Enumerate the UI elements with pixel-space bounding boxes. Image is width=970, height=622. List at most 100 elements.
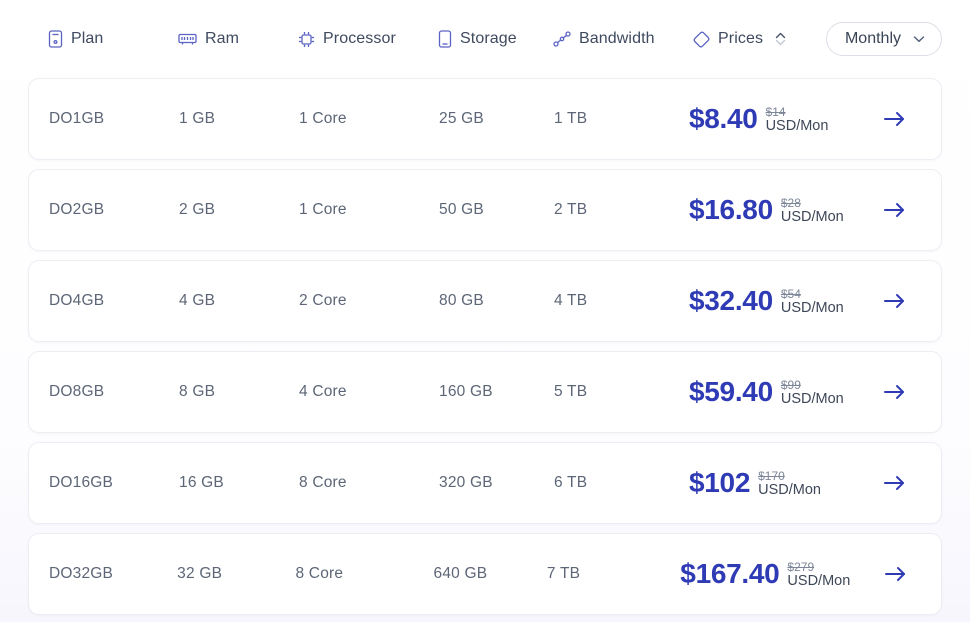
cell-bandwidth: 1 TB bbox=[554, 110, 669, 128]
cell-storage: 25 GB bbox=[439, 110, 554, 128]
column-header-ram: Ram bbox=[178, 30, 298, 48]
cell-processor: 2 Core bbox=[299, 292, 439, 310]
table-row[interactable]: DO1GB 1 GB 1 Core 25 GB 1 TB $8.40 $14 U… bbox=[28, 78, 942, 160]
row-action-button[interactable] bbox=[849, 201, 941, 219]
table-row[interactable]: DO32GB 32 GB 8 Core 640 GB 7 TB $167.40 … bbox=[28, 533, 942, 615]
cell-storage: 640 GB bbox=[434, 565, 547, 583]
cell-price: $8.40 $14 USD/Mon bbox=[669, 105, 849, 133]
row-action-button[interactable] bbox=[849, 474, 941, 492]
cell-bandwidth: 6 TB bbox=[554, 474, 669, 492]
price-current: $32.40 bbox=[689, 287, 773, 315]
cell-processor: 4 Core bbox=[299, 383, 439, 401]
column-header-prices[interactable]: Prices bbox=[693, 30, 813, 48]
row-action-button[interactable] bbox=[850, 565, 941, 583]
column-header-prices-label: Prices bbox=[718, 30, 763, 48]
cell-bandwidth: 4 TB bbox=[554, 292, 669, 310]
price-meta: $14 USD/Mon bbox=[766, 106, 829, 134]
row-action-button[interactable] bbox=[849, 110, 941, 128]
column-header-storage: Storage bbox=[438, 30, 553, 48]
column-header-processor-label: Processor bbox=[323, 30, 396, 48]
price-unit: USD/Mon bbox=[787, 573, 850, 589]
cell-ram: 16 GB bbox=[179, 474, 299, 492]
price-current: $167.40 bbox=[680, 560, 779, 588]
column-header-bandwidth-label: Bandwidth bbox=[579, 30, 655, 48]
cell-ram: 4 GB bbox=[179, 292, 299, 310]
memory-stick-icon bbox=[178, 32, 197, 46]
cell-storage: 50 GB bbox=[439, 201, 554, 219]
cell-plan: DO8GB bbox=[49, 383, 179, 401]
cell-processor: 8 Core bbox=[295, 565, 433, 583]
network-nodes-icon bbox=[553, 31, 571, 47]
period-select[interactable]: Monthly bbox=[826, 22, 942, 56]
cell-plan: DO4GB bbox=[49, 292, 179, 310]
price-meta: $99 USD/Mon bbox=[781, 379, 844, 407]
table-row[interactable]: DO8GB 8 GB 4 Core 160 GB 5 TB $59.40 $99… bbox=[28, 351, 942, 433]
pricing-table: Plan Ram bbox=[0, 0, 970, 622]
price-original: $170 bbox=[758, 470, 785, 482]
period-select-container: Monthly bbox=[813, 22, 942, 56]
price-original: $28 bbox=[781, 197, 801, 209]
arrow-right-icon bbox=[883, 474, 907, 492]
arrow-right-icon bbox=[883, 383, 907, 401]
cell-plan: DO32GB bbox=[49, 565, 177, 583]
cell-plan: DO16GB bbox=[49, 474, 179, 492]
price-original: $99 bbox=[781, 379, 801, 391]
price-unit: USD/Mon bbox=[781, 209, 844, 225]
cell-storage: 320 GB bbox=[439, 474, 554, 492]
column-header-plan: Plan bbox=[48, 30, 178, 48]
cell-price: $59.40 $99 USD/Mon bbox=[669, 378, 849, 406]
cell-ram: 2 GB bbox=[179, 201, 299, 219]
cell-ram: 32 GB bbox=[177, 565, 295, 583]
cell-plan: DO1GB bbox=[49, 110, 179, 128]
price-current: $16.80 bbox=[689, 196, 773, 224]
cell-processor: 8 Core bbox=[299, 474, 439, 492]
price-original: $54 bbox=[781, 288, 801, 300]
row-action-button[interactable] bbox=[849, 383, 941, 401]
price-tag-icon bbox=[693, 31, 710, 48]
arrow-right-icon bbox=[884, 565, 908, 583]
cell-ram: 1 GB bbox=[179, 110, 299, 128]
table-row[interactable]: DO2GB 2 GB 1 Core 50 GB 2 TB $16.80 $28 … bbox=[28, 169, 942, 251]
cell-price: $16.80 $28 USD/Mon bbox=[669, 196, 849, 224]
price-unit: USD/Mon bbox=[766, 118, 829, 134]
cell-price: $167.40 $279 USD/Mon bbox=[660, 560, 850, 588]
row-action-button[interactable] bbox=[849, 292, 941, 310]
sort-chevrons-icon[interactable] bbox=[775, 32, 786, 46]
arrow-right-icon bbox=[883, 201, 907, 219]
column-header-processor: Processor bbox=[298, 30, 438, 48]
cpu-chip-icon bbox=[298, 31, 315, 48]
price-current: $59.40 bbox=[689, 378, 773, 406]
cell-storage: 80 GB bbox=[439, 292, 554, 310]
plan-rows: DO1GB 1 GB 1 Core 25 GB 1 TB $8.40 $14 U… bbox=[0, 78, 970, 615]
table-row[interactable]: DO16GB 16 GB 8 Core 320 GB 6 TB $102 $17… bbox=[28, 442, 942, 524]
chevron-down-icon bbox=[913, 35, 925, 43]
price-meta: $54 USD/Mon bbox=[781, 288, 844, 316]
table-row[interactable]: DO4GB 4 GB 2 Core 80 GB 4 TB $32.40 $54 … bbox=[28, 260, 942, 342]
column-header-ram-label: Ram bbox=[205, 30, 239, 48]
column-header-storage-label: Storage bbox=[460, 30, 517, 48]
storage-drive-icon bbox=[438, 30, 452, 48]
arrow-right-icon bbox=[883, 292, 907, 310]
price-original: $279 bbox=[787, 561, 814, 573]
server-icon bbox=[48, 30, 63, 48]
price-current: $102 bbox=[689, 469, 750, 497]
cell-processor: 1 Core bbox=[299, 110, 439, 128]
price-current: $8.40 bbox=[689, 105, 758, 133]
price-original: $14 bbox=[766, 106, 786, 118]
cell-price: $102 $170 USD/Mon bbox=[669, 469, 849, 497]
period-select-value: Monthly bbox=[845, 30, 901, 48]
cell-ram: 8 GB bbox=[179, 383, 299, 401]
price-meta: $28 USD/Mon bbox=[781, 197, 844, 225]
cell-plan: DO2GB bbox=[49, 201, 179, 219]
price-unit: USD/Mon bbox=[758, 482, 821, 498]
cell-storage: 160 GB bbox=[439, 383, 554, 401]
table-header: Plan Ram bbox=[0, 0, 970, 78]
price-unit: USD/Mon bbox=[781, 300, 844, 316]
column-header-bandwidth: Bandwidth bbox=[553, 30, 693, 48]
price-meta: $279 USD/Mon bbox=[787, 561, 850, 589]
arrow-right-icon bbox=[883, 110, 907, 128]
cell-bandwidth: 2 TB bbox=[554, 201, 669, 219]
cell-price: $32.40 $54 USD/Mon bbox=[669, 287, 849, 315]
price-unit: USD/Mon bbox=[781, 391, 844, 407]
cell-bandwidth: 7 TB bbox=[547, 565, 660, 583]
